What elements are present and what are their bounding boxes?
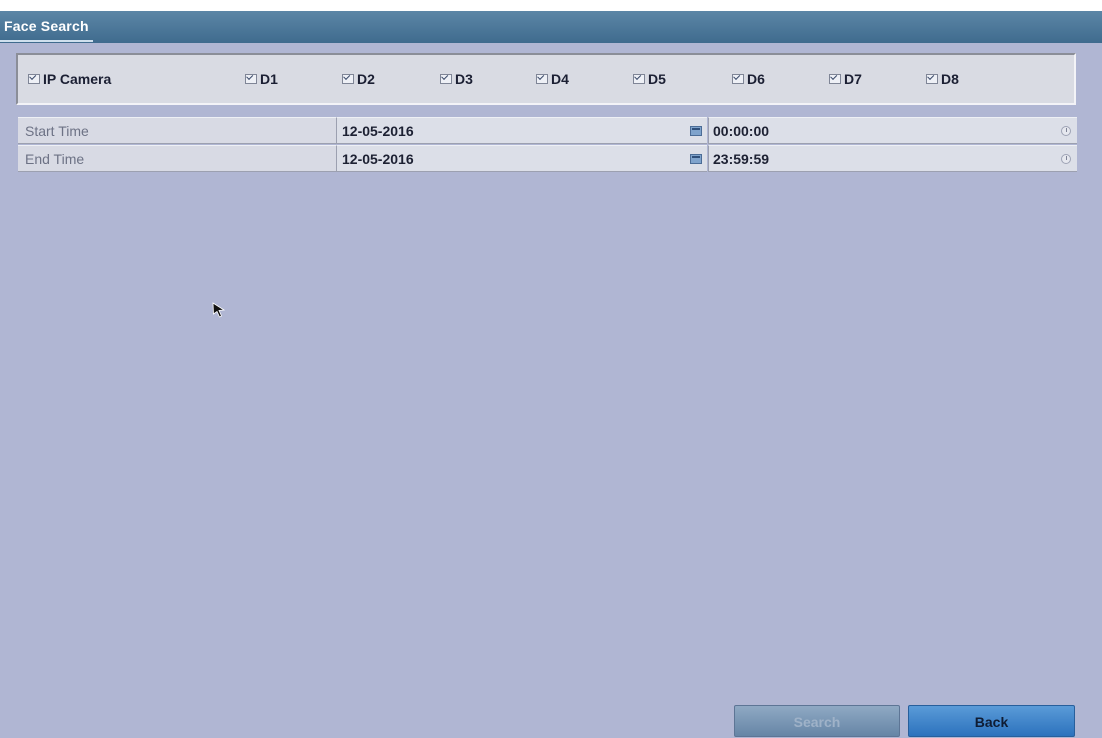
- checkbox-d8[interactable]: D8: [926, 55, 959, 103]
- tab-face-search[interactable]: Face Search: [0, 11, 93, 42]
- checkbox-label: D5: [648, 71, 666, 87]
- calendar-icon[interactable]: [690, 126, 702, 136]
- checkbox-checked-icon[interactable]: [536, 74, 548, 84]
- checkbox-d6[interactable]: D6: [732, 55, 765, 103]
- back-button[interactable]: Back: [908, 705, 1075, 737]
- end-time-value: 23:59:59: [713, 151, 770, 167]
- checkbox-ip-camera[interactable]: IP Camera: [28, 55, 111, 103]
- end-time-label: End Time: [18, 145, 336, 172]
- checkbox-d5[interactable]: D5: [633, 55, 666, 103]
- start-date-value: 12-05-2016: [342, 123, 414, 139]
- checkbox-label: IP Camera: [43, 71, 112, 87]
- start-time-value: 00:00:00: [713, 123, 770, 139]
- checkbox-d7[interactable]: D7: [829, 55, 862, 103]
- checkbox-d1[interactable]: D1: [245, 55, 278, 103]
- start-date-field[interactable]: 12-05-2016: [336, 117, 707, 144]
- channel-selection-panel: IP Camera D1 D2 D3 D4 D5 D6 D7 D8: [16, 53, 1076, 105]
- checkbox-label: D7: [844, 71, 862, 87]
- checkbox-d2[interactable]: D2: [342, 55, 375, 103]
- checkbox-checked-icon[interactable]: [732, 74, 744, 84]
- end-time-field[interactable]: 23:59:59: [708, 145, 1077, 172]
- clock-icon[interactable]: [1061, 126, 1071, 136]
- checkbox-label: D1: [260, 71, 278, 87]
- checkbox-label: D6: [747, 71, 765, 87]
- checkbox-label: D3: [455, 71, 473, 87]
- end-date-field[interactable]: 12-05-2016: [336, 145, 707, 172]
- checkbox-checked-icon[interactable]: [829, 74, 841, 84]
- checkbox-label: D2: [357, 71, 375, 87]
- clock-icon[interactable]: [1061, 154, 1071, 164]
- face-search-window: Face Search IP Camera D1 D2 D3 D4 D5 D6 …: [0, 11, 1102, 738]
- checkbox-checked-icon[interactable]: [440, 74, 452, 84]
- search-button[interactable]: Search: [734, 705, 900, 737]
- checkbox-checked-icon[interactable]: [245, 74, 257, 84]
- checkbox-d3[interactable]: D3: [440, 55, 473, 103]
- end-time-row: End Time 12-05-2016 23:59:59: [18, 145, 1077, 172]
- checkbox-checked-icon[interactable]: [342, 74, 354, 84]
- checkbox-label: D4: [551, 71, 569, 87]
- checkbox-d4[interactable]: D4: [536, 55, 569, 103]
- end-date-value: 12-05-2016: [342, 151, 414, 167]
- checkbox-checked-icon[interactable]: [28, 74, 40, 84]
- calendar-icon[interactable]: [690, 154, 702, 164]
- checkbox-checked-icon[interactable]: [926, 74, 938, 84]
- title-bar: Face Search: [0, 11, 1102, 43]
- start-time-label: Start Time: [18, 117, 336, 144]
- start-time-row: Start Time 12-05-2016 00:00:00: [18, 117, 1077, 144]
- mouse-cursor-icon: [212, 302, 226, 318]
- checkbox-label: D8: [941, 71, 959, 87]
- checkbox-checked-icon[interactable]: [633, 74, 645, 84]
- start-time-field[interactable]: 00:00:00: [708, 117, 1077, 144]
